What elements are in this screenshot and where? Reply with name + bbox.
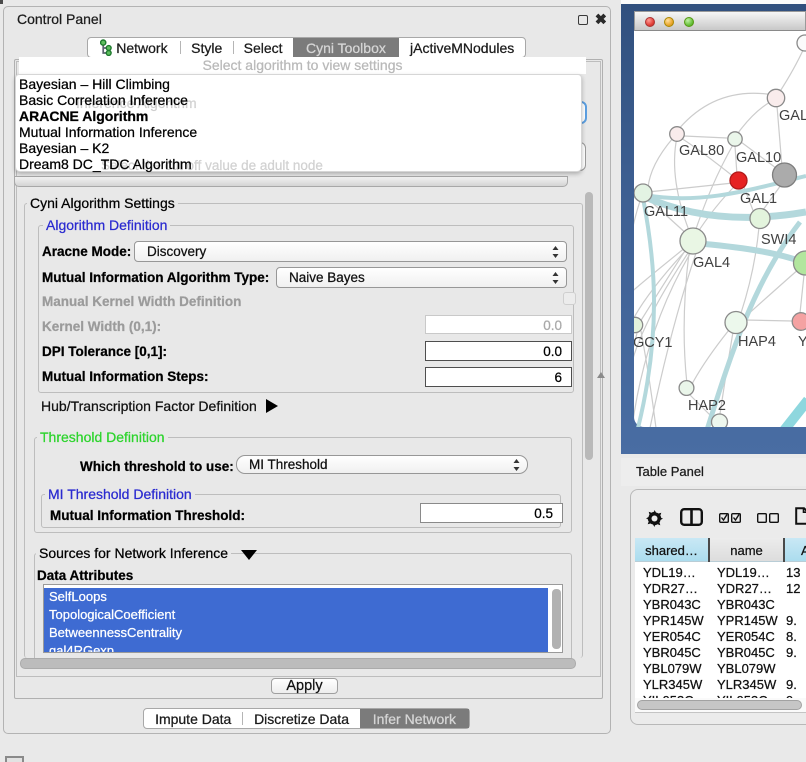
svg-text:GAL80: GAL80 [679,143,724,159]
svg-text:YER: YER [798,334,806,350]
svg-text:HAP4: HAP4 [738,334,776,350]
svg-text:GAL1: GAL1 [740,191,777,207]
svg-text:HAP2: HAP2 [688,398,726,414]
svg-text:GAL10: GAL10 [736,150,781,166]
svg-text:SWI4: SWI4 [761,232,796,248]
svg-text:GCY1: GCY1 [634,335,673,351]
svg-text:GAL7: GAL7 [779,108,806,124]
svg-text:GAL4: GAL4 [693,255,730,271]
svg-text:GAL11: GAL11 [644,204,688,220]
